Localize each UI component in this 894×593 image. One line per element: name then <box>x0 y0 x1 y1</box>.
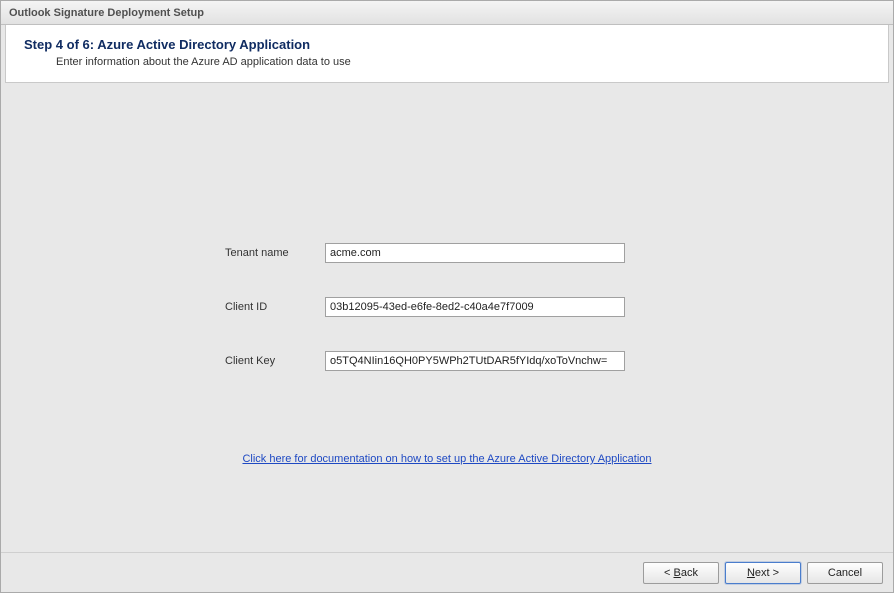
tenant-name-input[interactable] <box>325 243 625 263</box>
step-title: Step 4 of 6: Azure Active Directory Appl… <box>24 37 870 52</box>
next-suffix: ext > <box>755 567 779 579</box>
window-title: Outlook Signature Deployment Setup <box>9 7 204 19</box>
client-key-label: Client Key <box>225 355 325 367</box>
step-description: Enter information about the Azure AD app… <box>24 56 870 68</box>
documentation-link-row: Click here for documentation on how to s… <box>65 405 829 465</box>
step-header-panel: Step 4 of 6: Azure Active Directory Appl… <box>5 25 889 83</box>
next-mnemonic: N <box>747 567 755 579</box>
back-button[interactable]: < Back <box>643 562 719 584</box>
form-area: Tenant name Client ID Client Key Click h… <box>5 103 889 485</box>
tenant-name-label: Tenant name <box>225 247 325 259</box>
back-suffix: ack <box>681 567 698 579</box>
back-mnemonic: B <box>674 567 681 579</box>
tenant-name-row: Tenant name <box>225 243 829 263</box>
next-button[interactable]: Next > <box>725 562 801 584</box>
documentation-link[interactable]: Click here for documentation on how to s… <box>242 453 651 465</box>
client-id-input[interactable] <box>325 297 625 317</box>
wizard-footer: < Back Next > Cancel <box>1 552 893 592</box>
back-prefix: < <box>664 567 673 579</box>
wizard-window: Outlook Signature Deployment Setup Step … <box>0 0 894 593</box>
cancel-button[interactable]: Cancel <box>807 562 883 584</box>
client-id-label: Client ID <box>225 301 325 313</box>
window-titlebar: Outlook Signature Deployment Setup <box>1 1 893 25</box>
content-area: Tenant name Client ID Client Key Click h… <box>1 83 893 489</box>
client-key-input[interactable] <box>325 351 625 371</box>
client-key-row: Client Key <box>225 351 829 371</box>
client-id-row: Client ID <box>225 297 829 317</box>
